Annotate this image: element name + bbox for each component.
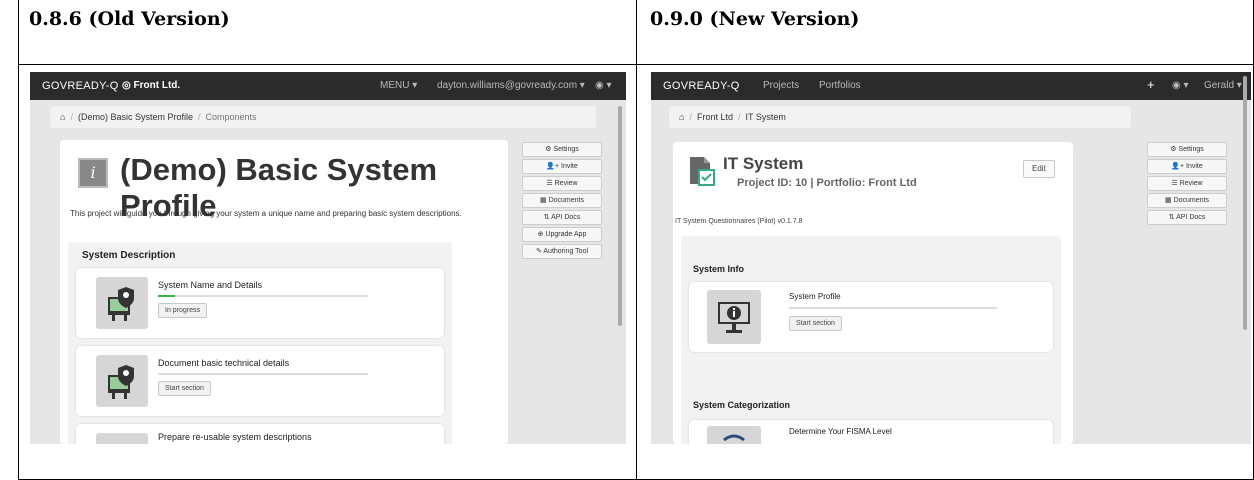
old-topbar: GOVREADY-Q ◎ Front Ltd. MENU ▾ dayton.wi… [30, 72, 626, 100]
old-scrollbar[interactable] [618, 106, 622, 326]
new-avatar[interactable]: ◉ ▾ [1172, 80, 1189, 91]
breadcrumb-org-link[interactable]: Front Ltd [697, 112, 733, 122]
old-project-description: This project will guide you through givi… [70, 209, 462, 218]
task-card[interactable]: System Profile Start section [689, 282, 1053, 352]
review-button[interactable]: ☰ Review [1147, 176, 1227, 191]
system-icon [96, 355, 148, 407]
old-avatar[interactable]: ◉ ▾ [595, 80, 612, 91]
new-version-screenshot: GOVREADY-Q Projects Portfolios + ◉ ▾ Ger… [651, 72, 1251, 444]
home-icon[interactable]: ⌂ [60, 112, 65, 122]
section-title: System Description [82, 250, 176, 261]
new-topbar: GOVREADY-Q Projects Portfolios + ◉ ▾ Ger… [651, 72, 1251, 100]
document-check-icon [687, 154, 717, 188]
system-icon [96, 277, 148, 329]
api-docs-button[interactable]: ⇅ API Docs [1147, 210, 1227, 225]
task-label[interactable]: Document basic technical details [158, 358, 289, 368]
task-label[interactable]: Determine Your FISMA Level [789, 427, 892, 436]
breadcrumb-project-link[interactable]: (Demo) Basic System Profile [78, 112, 193, 122]
questionnaire-version: IT System Questionnaires (Pilot) v0.1.7.… [675, 218, 803, 225]
monitor-info-icon [707, 290, 761, 344]
authoring-tool-button[interactable]: ✎ Authoring Tool [522, 244, 602, 259]
task-progress-bar [158, 295, 368, 297]
shield-icon [707, 426, 761, 444]
new-project-subtitle: Project ID: 10 | Portfolio: Front Ltd [737, 177, 917, 189]
in-progress-button[interactable]: In progress [158, 303, 208, 318]
settings-button[interactable]: ⚙ Settings [1147, 142, 1227, 157]
documents-button[interactable]: ▦ Documents [522, 193, 602, 208]
old-brand-logo[interactable]: GOVREADY-Q [42, 80, 119, 92]
new-user-menu[interactable]: Gerald ▾ [1204, 80, 1242, 91]
column-divider [636, 0, 637, 479]
new-brand-logo[interactable]: GOVREADY-Q [663, 80, 740, 92]
task-card[interactable]: Prepare re-usable system descriptions [76, 424, 444, 444]
task-card[interactable]: System Name and Details In progress [76, 268, 444, 338]
new-project-title: IT System [723, 154, 804, 173]
new-side-actions: ⚙ Settings 👤+ Invite ☰ Review ▦ Document… [1147, 142, 1227, 227]
questionnaire-panel: System Info System Profile Start section… [681, 236, 1061, 444]
old-org-name[interactable]: ◎ Front Ltd. [122, 80, 180, 91]
task-progress-bar [158, 373, 368, 375]
start-section-button[interactable]: Start section [789, 316, 842, 331]
nav-portfolios[interactable]: Portfolios [819, 80, 861, 91]
task-card[interactable]: Determine Your FISMA Level [689, 420, 1053, 444]
section-title: System Categorization [693, 400, 791, 410]
add-icon[interactable]: + [1147, 77, 1155, 92]
old-menu-dropdown[interactable]: MENU ▾ [380, 80, 417, 91]
upgrade-app-button[interactable]: ⊕ Upgrade App [522, 227, 602, 242]
home-icon[interactable]: ⌂ [679, 112, 684, 122]
task-label[interactable]: Prepare re-usable system descriptions [158, 432, 312, 442]
old-user-menu[interactable]: dayton.williams@govready.com ▾ [437, 80, 585, 91]
new-version-heading: 0.9.0 (New Version) [650, 8, 860, 30]
comparison-table: 0.8.6 (Old Version) 0.9.0 (New Version) … [18, 0, 1254, 480]
project-info-icon: i [78, 158, 108, 188]
task-label[interactable]: System Name and Details [158, 280, 262, 290]
task-progress-bar [789, 307, 997, 309]
system-icon [96, 433, 148, 444]
old-breadcrumb: ⌂ / (Demo) Basic System Profile / Components [50, 106, 596, 128]
system-description-panel: System Description System Name and Detai… [68, 242, 452, 444]
invite-button[interactable]: 👤+ Invite [522, 159, 602, 174]
old-version-screenshot: GOVREADY-Q ◎ Front Ltd. MENU ▾ dayton.wi… [30, 72, 626, 444]
old-version-heading: 0.8.6 (Old Version) [29, 8, 230, 30]
edit-button[interactable]: Edit [1023, 160, 1055, 178]
section-title: System Info [693, 264, 745, 274]
nav-projects[interactable]: Projects [763, 80, 799, 91]
new-breadcrumb: ⌂ / Front Ltd / IT System [669, 106, 1131, 128]
task-label[interactable]: System Profile [789, 292, 841, 301]
breadcrumb-current: Components [205, 112, 257, 122]
old-project-card: i (Demo) Basic System Profile This proje… [60, 140, 508, 444]
review-button[interactable]: ☰ Review [522, 176, 602, 191]
invite-button[interactable]: 👤+ Invite [1147, 159, 1227, 174]
start-section-button[interactable]: Start section [158, 381, 211, 396]
new-scrollbar[interactable] [1243, 76, 1247, 330]
new-project-card: IT System Project ID: 10 | Portfolio: Fr… [673, 142, 1073, 444]
settings-button[interactable]: ⚙ Settings [522, 142, 602, 157]
old-side-actions: ⚙ Settings 👤+ Invite ☰ Review ▦ Document… [522, 142, 602, 261]
api-docs-button[interactable]: ⇅ API Docs [522, 210, 602, 225]
breadcrumb-current: IT System [745, 112, 786, 122]
documents-button[interactable]: ▦ Documents [1147, 193, 1227, 208]
task-card[interactable]: Document basic technical details Start s… [76, 346, 444, 416]
